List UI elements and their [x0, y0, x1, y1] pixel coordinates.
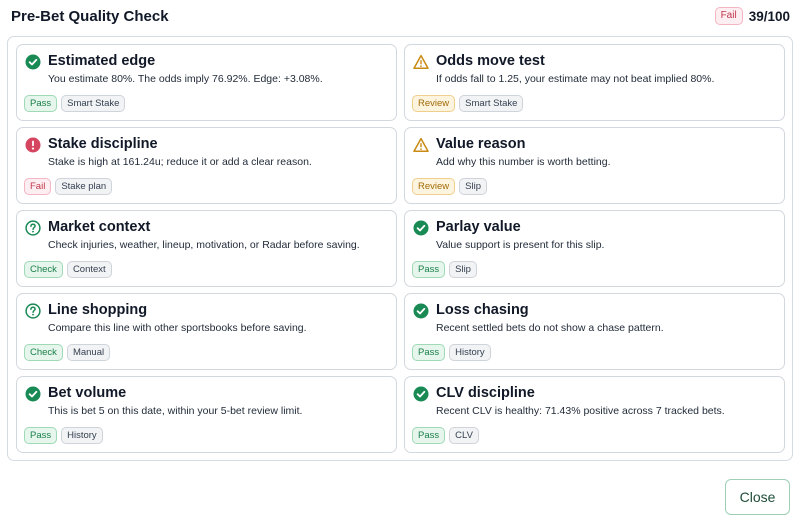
- pre-bet-quality-dialog: Pre-Bet Quality Check Fail 39/100 Estima…: [0, 0, 800, 519]
- close-button[interactable]: Close: [725, 479, 790, 515]
- checks-panel: Estimated edge You estimate 80%. The odd…: [7, 36, 793, 461]
- check-title: Value reason: [436, 136, 526, 152]
- score-status-badge: Fail: [714, 7, 743, 25]
- check-source-tag: Smart Stake: [459, 95, 524, 112]
- check-description: Check injuries, weather, lineup, motivat…: [48, 239, 360, 251]
- check-description: You estimate 80%. The odds imply 76.92%.…: [48, 73, 323, 85]
- check-source-tag: Manual: [66, 344, 111, 361]
- check-status-tag: Check: [24, 261, 63, 278]
- check-tags: Review Slip: [412, 178, 487, 195]
- check-description: Recent settled bets do not show a chase …: [436, 322, 664, 334]
- check-status-tag: Pass: [412, 344, 446, 361]
- check-status-tag: Pass: [24, 95, 58, 112]
- check-description: Add why this number is worth betting.: [436, 156, 611, 168]
- check-source-tag: Stake plan: [55, 178, 113, 195]
- check-description: If odds fall to 1.25, your estimate may …: [436, 73, 715, 85]
- check-tags: Check Manual: [24, 344, 111, 361]
- check-card-odds-move-test: Odds move test If odds fall to 1.25, you…: [404, 44, 785, 121]
- dialog-title: Pre-Bet Quality Check: [11, 8, 169, 25]
- warning-triangle-icon: [413, 137, 429, 153]
- check-tags: Review Smart Stake: [412, 95, 524, 112]
- check-tags: Pass CLV: [412, 427, 479, 444]
- check-card-estimated-edge: Estimated edge You estimate 80%. The odd…: [16, 44, 397, 121]
- check-source-tag: Slip: [449, 261, 477, 278]
- check-card-bet-volume: Bet volume This is bet 5 on this date, w…: [16, 376, 397, 453]
- checks-grid: Estimated edge You estimate 80%. The odd…: [16, 44, 785, 453]
- warning-triangle-icon: [413, 54, 429, 70]
- check-circle-icon: [413, 386, 429, 402]
- check-tags: Pass Slip: [412, 261, 477, 278]
- check-title: Parlay value: [436, 219, 521, 235]
- check-status-tag: Pass: [412, 261, 446, 278]
- check-title: Odds move test: [436, 53, 545, 69]
- alert-circle-icon: [25, 137, 41, 153]
- check-tags: Pass Smart Stake: [24, 95, 126, 112]
- check-tags: Check Context: [24, 261, 112, 278]
- check-card-loss-chasing: Loss chasing Recent settled bets do not …: [404, 293, 785, 370]
- dialog-header: Pre-Bet Quality Check Fail 39/100: [0, 0, 800, 34]
- question-circle-icon: [25, 303, 41, 319]
- check-source-tag: Slip: [459, 178, 487, 195]
- check-card-clv-discipline: CLV discipline Recent CLV is healthy: 71…: [404, 376, 785, 453]
- check-tags: Pass History: [412, 344, 491, 361]
- check-title: Bet volume: [48, 385, 127, 401]
- check-circle-icon: [25, 54, 41, 70]
- check-source-tag: Smart Stake: [61, 95, 126, 112]
- check-card-parlay-value: Parlay value Value support is present fo…: [404, 210, 785, 287]
- check-status-tag: Pass: [24, 427, 58, 444]
- check-description: This is bet 5 on this date, within your …: [48, 405, 303, 417]
- check-status-tag: Review: [412, 178, 456, 195]
- check-status-tag: Review: [412, 95, 456, 112]
- check-source-tag: History: [61, 427, 103, 444]
- check-description: Recent CLV is healthy: 71.43% positive a…: [436, 405, 725, 417]
- check-title: Loss chasing: [436, 302, 529, 318]
- check-description: Value support is present for this slip.: [436, 239, 605, 251]
- check-source-tag: CLV: [449, 427, 479, 444]
- check-circle-icon: [25, 386, 41, 402]
- check-status-tag: Fail: [24, 178, 52, 195]
- check-status-tag: Check: [24, 344, 63, 361]
- check-title: CLV discipline: [436, 385, 535, 401]
- check-card-line-shopping: Line shopping Compare this line with oth…: [16, 293, 397, 370]
- check-circle-icon: [413, 220, 429, 236]
- check-card-stake-discipline: Stake discipline Stake is high at 161.24…: [16, 127, 397, 204]
- check-card-market-context: Market context Check injuries, weather, …: [16, 210, 397, 287]
- check-title: Market context: [48, 219, 151, 235]
- check-tags: Fail Stake plan: [24, 178, 113, 195]
- score-summary: Fail 39/100: [714, 7, 790, 25]
- check-circle-icon: [413, 303, 429, 319]
- question-circle-icon: [25, 220, 41, 236]
- score-value: 39/100: [748, 8, 790, 24]
- check-tags: Pass History: [24, 427, 103, 444]
- check-description: Stake is high at 161.24u; reduce it or a…: [48, 156, 312, 168]
- check-description: Compare this line with other sportsbooks…: [48, 322, 307, 334]
- check-title: Stake discipline: [48, 136, 158, 152]
- check-title: Line shopping: [48, 302, 148, 318]
- check-source-tag: History: [449, 344, 491, 361]
- check-card-value-reason: Value reason Add why this number is wort…: [404, 127, 785, 204]
- check-title: Estimated edge: [48, 53, 156, 69]
- check-status-tag: Pass: [412, 427, 446, 444]
- check-source-tag: Context: [66, 261, 112, 278]
